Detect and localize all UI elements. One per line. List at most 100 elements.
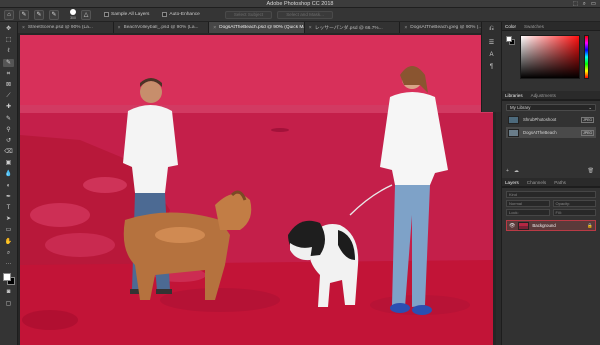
libraries-panel-tabs: Libraries Adjustments xyxy=(502,91,600,100)
color-panel-swatches[interactable] xyxy=(506,36,515,45)
select-and-mask-button[interactable]: Select and Mask... xyxy=(277,10,333,19)
hue-slider[interactable] xyxy=(584,35,589,79)
brush-picker[interactable]: 300 xyxy=(70,9,76,20)
lock-controls[interactable]: Lock: xyxy=(506,209,550,216)
paragraph-icon[interactable]: ¶ xyxy=(490,64,493,70)
home-icon[interactable]: ⌂ xyxy=(4,9,14,20)
rectangle-tool-icon[interactable]: ▭ xyxy=(3,226,14,234)
tools-panel: ✥ ⬚ ℓ ✎ ⌗ ⊠ ⟋ ✚ ✎ ⚲ ↺ ⌫ ▣ 💧 ◐ ✒ T ➤ ▭ ✋ … xyxy=(0,22,18,345)
trash-icon[interactable]: 🗑 xyxy=(588,168,594,174)
sample-all-layers-checkbox[interactable]: Sample All Layers xyxy=(104,12,149,17)
layer-kind-filter[interactable]: Kind xyxy=(506,191,596,198)
tab-channels[interactable]: Channels xyxy=(527,180,546,185)
zoom-tool-icon[interactable]: ⌕ xyxy=(3,249,14,257)
close-icon[interactable]: × xyxy=(213,25,216,31)
layer-lock-row: Lock: Fill: xyxy=(506,209,596,216)
close-icon[interactable]: × xyxy=(118,25,121,31)
tab-swatches[interactable]: Swatches xyxy=(524,24,544,29)
close-icon[interactable]: × xyxy=(309,25,312,31)
marquee-tool-icon[interactable]: ⬚ xyxy=(3,36,14,44)
layer-row-background[interactable]: 👁 Background 🔒 xyxy=(506,220,596,231)
add-content-icon[interactable]: + xyxy=(506,168,509,174)
checkbox-box[interactable] xyxy=(104,12,109,17)
close-icon[interactable]: × xyxy=(404,25,407,31)
blur-tool-icon[interactable]: 💧 xyxy=(3,170,14,178)
library-item-name: ShrubPhotoshoot xyxy=(523,117,557,122)
auto-enhance-label: Auto-Enhance xyxy=(169,12,200,17)
checkbox-box[interactable] xyxy=(162,12,168,17)
hand-tool-icon[interactable]: ✋ xyxy=(3,238,14,246)
quick-selection-tool-icon[interactable]: ✎ xyxy=(3,58,14,67)
visibility-eye-icon[interactable]: 👁 xyxy=(509,223,515,229)
crop-tool-icon[interactable]: ⌗ xyxy=(3,70,14,78)
library-item-format: JPEG xyxy=(581,116,594,123)
eyedropper-tool-icon[interactable]: ⟋ xyxy=(3,92,14,100)
history-brush-tool-icon[interactable]: ↺ xyxy=(3,137,14,145)
blend-mode-select[interactable]: Normal xyxy=(506,200,550,207)
tab-adjustments[interactable]: Adjustments xyxy=(531,93,556,98)
frame-tool-icon[interactable]: ⊠ xyxy=(3,81,14,89)
history-icon[interactable]: ⎌ xyxy=(489,26,494,33)
tab-paths[interactable]: Paths xyxy=(554,180,566,185)
rock xyxy=(160,288,280,312)
character-icon[interactable]: A xyxy=(489,52,493,58)
eraser-tool-icon[interactable]: ⌫ xyxy=(3,148,14,156)
search-icon[interactable]: ⌕ xyxy=(583,1,586,7)
sample-all-layers-label: Sample All Layers xyxy=(111,12,150,17)
cloud-icon[interactable]: ☁ xyxy=(514,168,519,174)
image-canvas[interactable] xyxy=(20,35,493,345)
screen-mode-icon[interactable]: ▢ xyxy=(3,300,14,308)
tab-dogsatthebeach-psd[interactable]: × DogsAtTheBeach.psd @ 90% (Quick Mask/8… xyxy=(209,22,305,33)
library-item[interactable]: ShrubPhotoshoot JPEG xyxy=(506,114,596,125)
library-select[interactable]: My Library ⌄ xyxy=(506,104,596,111)
brush-tool-icon[interactable]: ✎ xyxy=(3,115,14,123)
layer-filter-row: Kind xyxy=(506,191,596,198)
workspace-icon[interactable]: ⬚ xyxy=(573,1,578,7)
library-footer: + ☁ xyxy=(506,168,519,174)
gradient-tool-icon[interactable]: ▣ xyxy=(3,159,14,167)
color-panel-tabs: Color Swatches xyxy=(502,22,600,31)
new-selection-icon[interactable]: ✎ xyxy=(34,9,44,20)
window-controls: ⬚ ⌕ ▭ xyxy=(573,1,597,7)
tab-libraries[interactable]: Libraries xyxy=(505,93,523,98)
quick-mask-mode-icon[interactable]: ◙ xyxy=(3,288,14,296)
quick-selection-tool-icon[interactable]: ✎ xyxy=(19,9,29,20)
tab-red-panda[interactable]: × レッサーパンダ.psd @ 66.7%... xyxy=(304,22,401,33)
document-window xyxy=(18,33,496,345)
brush-settings-icon[interactable]: △ xyxy=(81,9,91,20)
opacity-field[interactable]: Opacity: xyxy=(552,200,596,207)
panels-column: Color Swatches Libraries Adjustments My … xyxy=(501,22,600,345)
layers-panel: Kind Normal Opacity: Lock: Fill: 👁 Backg… xyxy=(502,187,600,345)
path-selection-tool-icon[interactable]: ➤ xyxy=(3,215,14,223)
close-icon[interactable]: × xyxy=(22,25,25,31)
foreground-background-swatches[interactable] xyxy=(2,273,15,286)
clone-stamp-tool-icon[interactable]: ⚲ xyxy=(3,126,14,134)
type-tool-icon[interactable]: T xyxy=(3,204,14,212)
tab-layers[interactable]: Layers xyxy=(505,180,519,185)
libraries-panel: My Library ⌄ ShrubPhotoshoot JPEG DogsAt… xyxy=(502,100,600,178)
healing-brush-tool-icon[interactable]: ✚ xyxy=(3,103,14,111)
fill-field[interactable]: Fill: xyxy=(552,209,596,216)
tab-streetscene[interactable]: × StreetScene.psd @ 90% (La... xyxy=(18,22,114,33)
select-subject-button[interactable]: Select Subject xyxy=(224,10,273,19)
more-tools-icon[interactable]: ··· xyxy=(3,260,14,268)
move-tool-icon[interactable]: ✥ xyxy=(3,25,14,33)
pen-tool-icon[interactable]: ✒ xyxy=(3,193,14,201)
foreground-color-swatch[interactable] xyxy=(2,273,11,282)
layer-blend-row: Normal Opacity: xyxy=(506,200,596,207)
panel-toggle-icon[interactable]: ▭ xyxy=(591,1,596,7)
tab-color[interactable]: Color xyxy=(505,24,516,29)
tab-beachvolleyball[interactable]: × BeachVolleyball_.psd @ 90% (La... xyxy=(113,22,210,33)
brush-tip-icon xyxy=(70,9,76,16)
brush-size-value: 300 xyxy=(70,15,76,20)
dodge-tool-icon[interactable]: ◐ xyxy=(3,182,14,190)
color-picker-field[interactable] xyxy=(520,35,580,79)
foreground-color-swatch[interactable] xyxy=(506,36,512,42)
library-item[interactable]: DogsAtTheBeach JPEG xyxy=(506,127,596,138)
add-to-selection-icon[interactable]: ✎ xyxy=(49,9,59,20)
lasso-tool-icon[interactable]: ℓ xyxy=(3,47,14,55)
library-item-name: DogsAtTheBeach xyxy=(523,130,557,135)
auto-enhance-checkbox[interactable]: Auto-Enhance xyxy=(162,12,200,17)
properties-icon[interactable]: ☰ xyxy=(489,39,494,46)
tab-label: レッサーパンダ.psd @ 66.7%... xyxy=(314,26,383,31)
